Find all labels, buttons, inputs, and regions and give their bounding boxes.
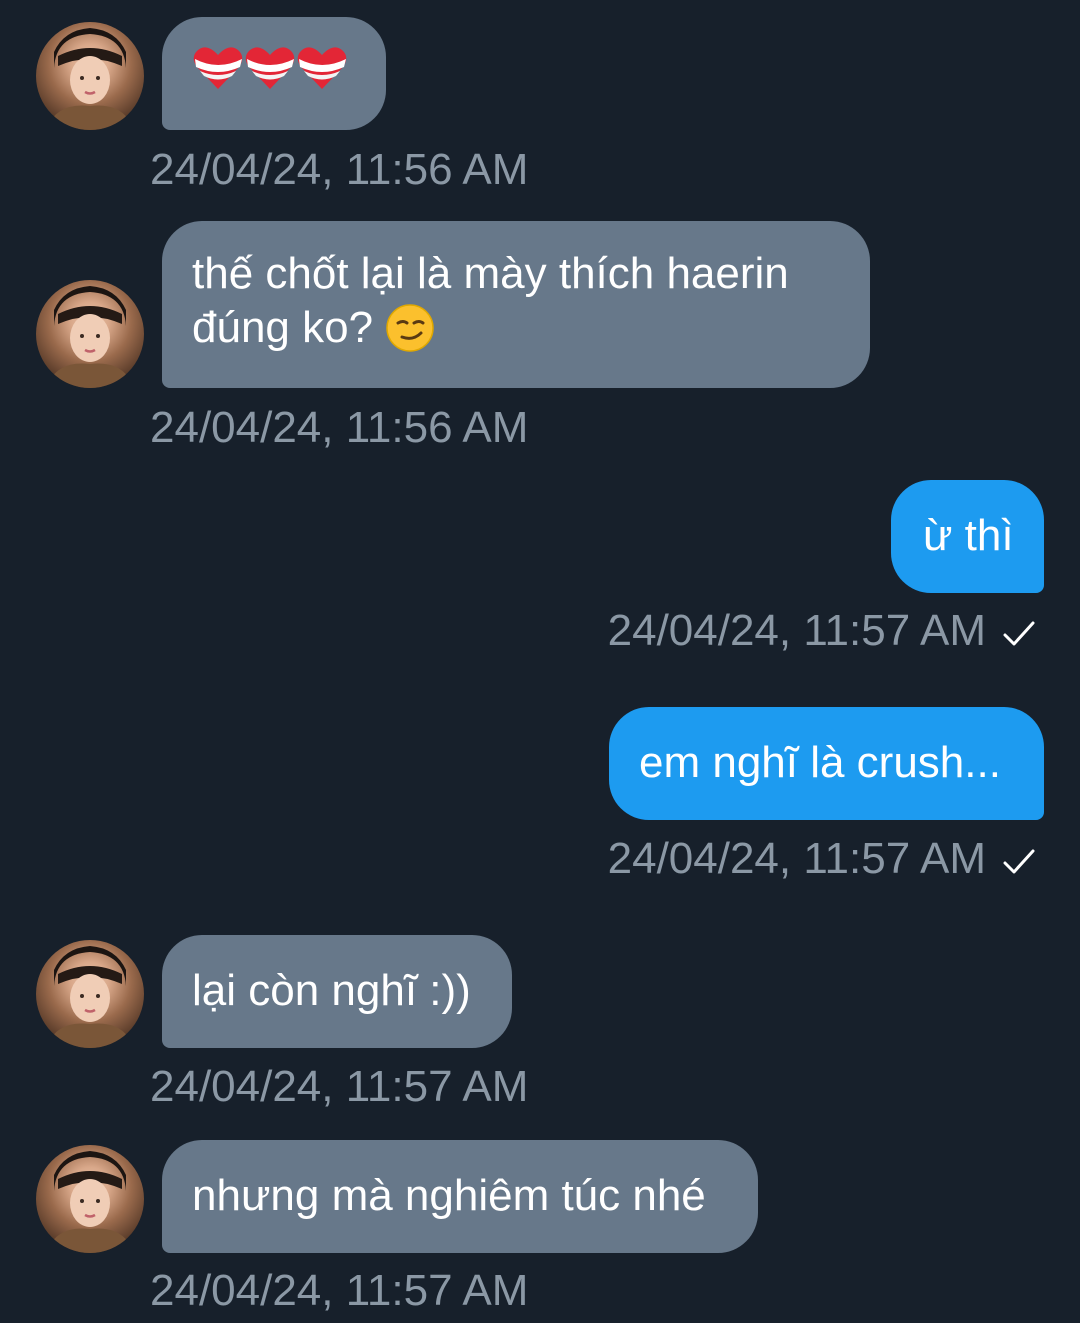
contact-avatar[interactable] bbox=[36, 22, 144, 130]
smirking-face-icon bbox=[385, 303, 435, 358]
message-timestamp: 24/04/24, 11:57 AM bbox=[150, 1062, 529, 1111]
heart-bandaged-icon bbox=[244, 45, 296, 104]
contact-avatar[interactable] bbox=[36, 280, 144, 388]
message-text: em nghĩ là crush... bbox=[639, 738, 1001, 787]
message-text: nhưng mà nghiêm túc nhé bbox=[192, 1171, 706, 1220]
message-text: đúng ko? bbox=[192, 303, 374, 352]
sent-check-icon bbox=[1003, 849, 1035, 874]
message-text: lại còn nghĩ :)) bbox=[192, 966, 471, 1015]
message-bubble-outgoing[interactable]: ừ thì bbox=[891, 480, 1044, 593]
message-bubble-incoming[interactable]: nhưng mà nghiêm túc nhé bbox=[162, 1140, 758, 1253]
message-text-line: thế chốt lại là mày thích haerin bbox=[192, 249, 789, 298]
message-text-line-2: đúng ko? bbox=[192, 301, 840, 358]
message-timestamp: 24/04/24, 11:56 AM bbox=[150, 403, 529, 452]
message-bubble-incoming[interactable] bbox=[162, 17, 386, 130]
message-timestamp: 24/04/24, 11:57 AM bbox=[607, 606, 986, 655]
message-bubble-incoming[interactable]: lại còn nghĩ :)) bbox=[162, 935, 512, 1048]
contact-avatar[interactable] bbox=[36, 940, 144, 1048]
message-bubble-outgoing[interactable]: em nghĩ là crush... bbox=[609, 707, 1044, 820]
message-timestamp: 24/04/24, 11:56 AM bbox=[150, 145, 529, 194]
message-text: ừ thì bbox=[923, 511, 1014, 560]
message-bubble-incoming[interactable]: thế chốt lại là mày thích haerin đúng ko… bbox=[162, 221, 870, 388]
conversation-thread: 24/04/24, 11:56 AM thế chốt lại là mày t… bbox=[0, 0, 1080, 1323]
message-timestamp: 24/04/24, 11:57 AM bbox=[150, 1266, 529, 1315]
heart-bandaged-icon bbox=[192, 45, 244, 104]
heart-bandaged-icon bbox=[296, 45, 348, 104]
message-timestamp-row: 24/04/24, 11:57 AM bbox=[608, 834, 1036, 884]
contact-avatar[interactable] bbox=[36, 1145, 144, 1253]
sent-check-icon bbox=[1003, 621, 1035, 646]
message-timestamp: 24/04/24, 11:57 AM bbox=[607, 834, 986, 883]
message-timestamp-row: 24/04/24, 11:57 AM bbox=[608, 606, 1036, 656]
